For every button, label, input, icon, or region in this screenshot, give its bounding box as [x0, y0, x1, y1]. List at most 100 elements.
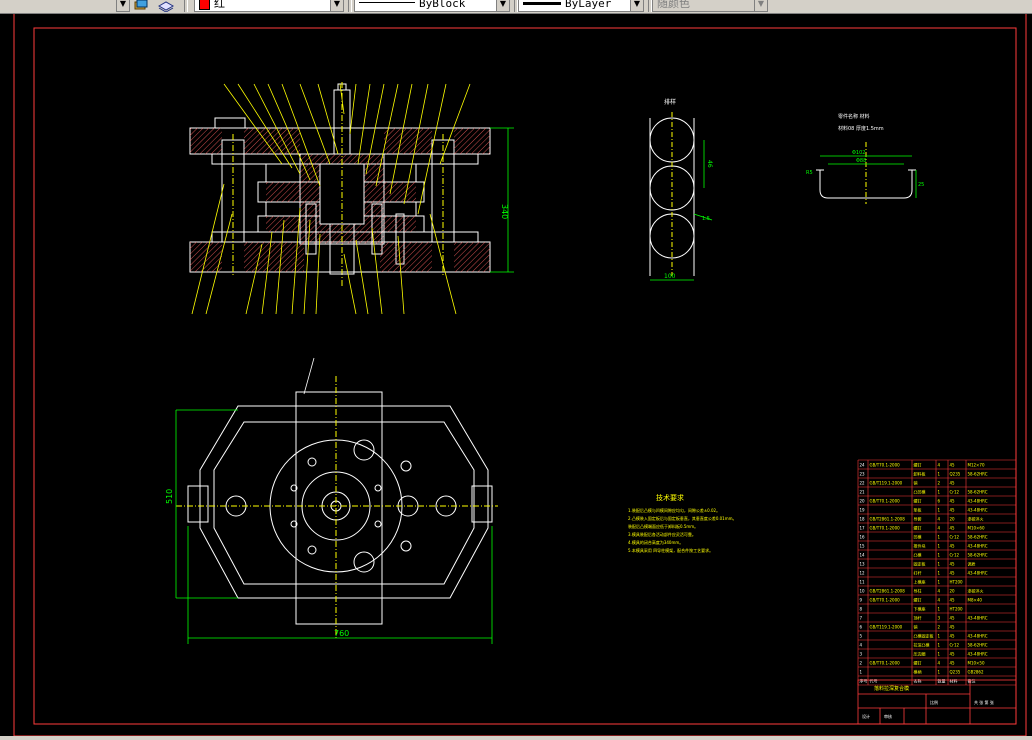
bom-cell: 2 — [938, 625, 941, 630]
bom-cell: 45 — [950, 616, 956, 621]
bom-cell: 4 — [938, 598, 941, 603]
bom-cell: HT200 — [950, 607, 964, 612]
dropdown-arrow-icon[interactable]: ▼ — [116, 0, 130, 12]
bom-cell: M10×60 — [968, 526, 985, 531]
status-bar — [0, 736, 1032, 740]
bom-cell: Q235 — [950, 472, 961, 477]
bom-cell: 24 — [860, 463, 866, 468]
bom-cell: GB2862 — [968, 670, 984, 675]
bom-cell: 螺钉 — [914, 525, 922, 531]
bom-cell: 凸模固定板 — [914, 633, 934, 639]
bom-cell: 4 — [938, 661, 941, 666]
bom-cell: 45 — [950, 562, 956, 567]
bom-cell: 2 — [938, 481, 941, 486]
bom-cell: 1 — [938, 508, 941, 513]
bom-header-cell: 数量 — [938, 678, 946, 684]
title-block-name: 落料拉深复合模 — [874, 685, 909, 692]
bom-cell: 8 — [860, 607, 863, 612]
bom-cell: 渗碳淬火 — [968, 516, 984, 522]
strip-dimensions — [650, 140, 713, 281]
bom-cell: GB/T70.1-2000 — [870, 526, 901, 531]
part-inner-text: Φ88 — [856, 158, 866, 164]
bom-cell: 43-48HRC — [968, 652, 988, 657]
bom-cell: 45 — [950, 481, 956, 486]
part-height-text: 25 — [918, 182, 924, 188]
linetype-sample — [359, 2, 415, 3]
bom-cell: 45 — [950, 544, 956, 549]
plotstyle-value: 随颜色 — [657, 0, 690, 10]
lineweight-dropdown-arrow-icon[interactable]: ▼ — [630, 0, 644, 12]
linetype-control[interactable]: ByBlock — [354, 0, 510, 12]
bom-cell: 上模座 — [914, 579, 926, 585]
linetype-dropdown-arrow-icon[interactable]: ▼ — [496, 0, 510, 12]
section-height-dimension — [490, 127, 514, 273]
bom-cell: 凸凹模 — [914, 489, 926, 495]
svg-text:3.模具装配后各活动部件应灵活可靠。: 3.模具装配后各活动部件应灵活可靠。 — [628, 531, 696, 537]
bom-cell: 13 — [860, 562, 866, 567]
bom-cell: 1 — [938, 580, 941, 585]
bom-cell: 12 — [860, 571, 866, 576]
color-dropdown-arrow-icon[interactable]: ▼ — [330, 0, 344, 12]
bom-cell: 压边圈 — [914, 651, 926, 657]
color-control[interactable]: 红 — [194, 0, 344, 12]
drawing-canvas[interactable]: 340 排样 100 46 1.5 零件名称 材料 材料08 厚度1.5mm Φ… — [0, 14, 1032, 736]
plotstyle-control[interactable]: 随颜色 — [652, 0, 768, 12]
svg-text:5.本模具采用 四导柱模架，配合件按工艺要求。: 5.本模具采用 四导柱模架，配合件按工艺要求。 — [628, 547, 713, 553]
bom-cell: 45 — [950, 526, 956, 531]
bom-cell: 45 — [950, 571, 956, 576]
bom-cell: 4 — [860, 643, 863, 648]
bom-header-cell: 代号 — [870, 678, 878, 684]
title-block-checker: 审核 — [884, 713, 892, 719]
bom-cell: 16 — [860, 535, 866, 540]
bom-cell: M8×40 — [968, 598, 983, 603]
bom-cell: GB/T70.1-2000 — [870, 463, 901, 468]
linetype-value: ByBlock — [419, 0, 466, 10]
bom-cell: 推件块 — [914, 543, 926, 549]
bom-cell: Cr12 — [950, 553, 960, 558]
bom-cell: 21 — [860, 490, 866, 495]
bom-cell: 1 — [938, 553, 941, 558]
bom-cell: 43-48HRC — [968, 634, 988, 639]
bom-cell: Q235 — [950, 670, 961, 675]
strip-width-text: 100 — [664, 273, 676, 280]
bom-cell: 1 — [938, 472, 941, 477]
bom-cell: 45 — [950, 661, 956, 666]
bom-cell: 17 — [860, 526, 866, 531]
bom-cell: 卸料板 — [914, 471, 926, 477]
lineweight-control[interactable]: ByLayer — [518, 0, 644, 12]
color-value: 红 — [214, 0, 225, 10]
bom-cell: 58-62HRC — [968, 490, 988, 495]
bom-cell: 1 — [938, 571, 941, 576]
svg-text:装配后凸模端面应低于卸料板0.5mm。: 装配后凸模端面应低于卸料板0.5mm。 — [628, 523, 698, 529]
bom-cell: 销 — [914, 480, 918, 486]
plotstyle-dropdown-arrow-icon[interactable]: ▼ — [754, 0, 768, 12]
bom-cell: 43-48HRC — [968, 544, 988, 549]
bom-cell: 调质 — [968, 561, 976, 567]
bom-cell: 43-48HRC — [968, 571, 988, 576]
svg-text:4.模具的闭合高度为340mm。: 4.模具的闭合高度为340mm。 — [628, 539, 683, 545]
bom-cell: 45 — [950, 508, 956, 513]
lineweight-value: ByLayer — [565, 0, 612, 10]
bom-cell: 4 — [938, 517, 941, 522]
bom-cell: 1 — [938, 544, 941, 549]
layer-previous-icon[interactable] — [157, 0, 175, 13]
bom-cell: 45 — [950, 634, 956, 639]
bom-cell: 1 — [938, 643, 941, 648]
section-height-text: 340 — [500, 204, 509, 219]
bom-cell: 销 — [914, 624, 918, 630]
svg-text:2.凸模装入固定板后与固定板垂直，其垂直度公差0.01mm。: 2.凸模装入固定板后与固定板垂直，其垂直度公差0.01mm。 — [628, 515, 737, 521]
bom-cell: 14 — [860, 553, 866, 558]
bom-cell: 20 — [950, 517, 956, 522]
part-drawing — [816, 142, 916, 204]
part-dimensions — [820, 155, 917, 198]
bom-cell: 45 — [950, 499, 956, 504]
inner-border — [33, 27, 1017, 725]
bom-cell: 顶杆 — [914, 615, 922, 621]
bom-cell: 6 — [860, 625, 863, 630]
bom-cell: 58-62HRC — [968, 472, 988, 477]
bom-cell: 19 — [860, 508, 866, 513]
layer-state-icon[interactable] — [134, 0, 148, 10]
bom-cell: 23 — [860, 472, 866, 477]
bom-cell: 凹模 — [914, 534, 922, 540]
bom-cell: 22 — [860, 481, 866, 486]
